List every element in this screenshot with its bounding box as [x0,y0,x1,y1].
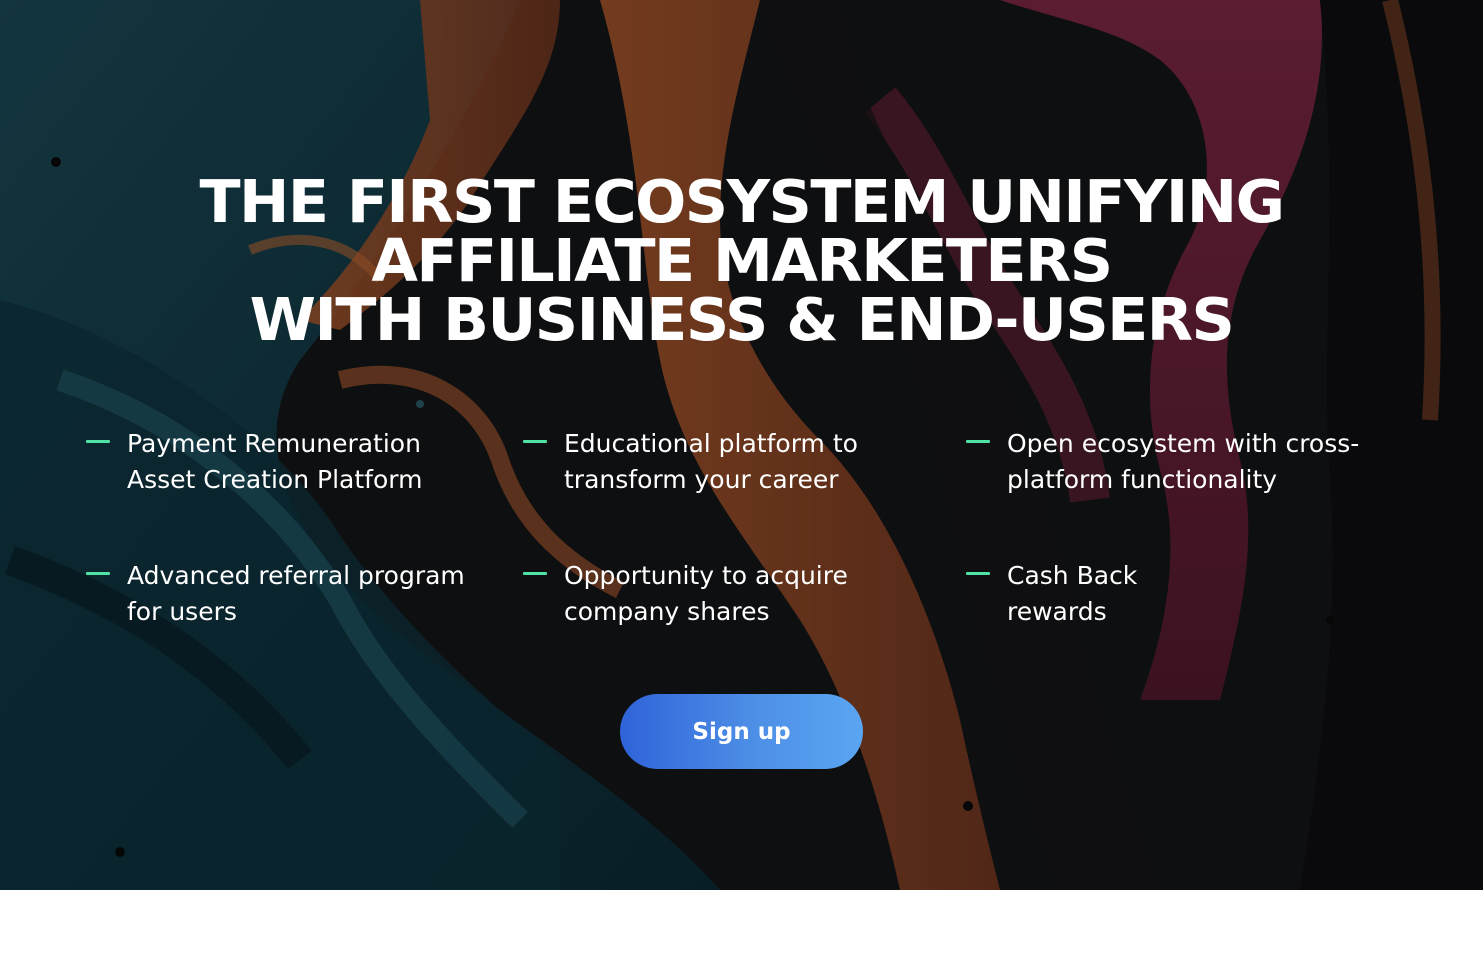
dash-icon [86,440,110,443]
dash-icon [86,572,110,575]
page-title: THE FIRST ECOSYSTEM UNIFYING AFFILIATE M… [0,172,1483,349]
feature-text: Educational platform to transform your c… [564,429,858,494]
feature-text: Cash Back rewards [1007,561,1138,626]
feature-text: Payment Remuneration Asset Creation Plat… [127,429,423,494]
sign-up-button[interactable]: Sign up [620,694,863,769]
feature-text: Opportunity to acquire company shares [564,561,848,626]
hero-section: THE FIRST ECOSYSTEM UNIFYING AFFILIATE M… [0,0,1483,890]
title-line-2: AFFILIATE MARKETERS [371,226,1113,295]
dash-icon [523,572,547,575]
title-line-3: WITH BUSINESS & END-USERS [249,285,1235,354]
feature-text: Advanced referral program for users [127,561,465,626]
dash-icon [966,440,990,443]
feature-text: Open ecosystem with cross- platform func… [1007,429,1360,494]
dash-icon [523,440,547,443]
title-line-1: THE FIRST ECOSYSTEM UNIFYING [199,167,1285,236]
dash-icon [966,572,990,575]
